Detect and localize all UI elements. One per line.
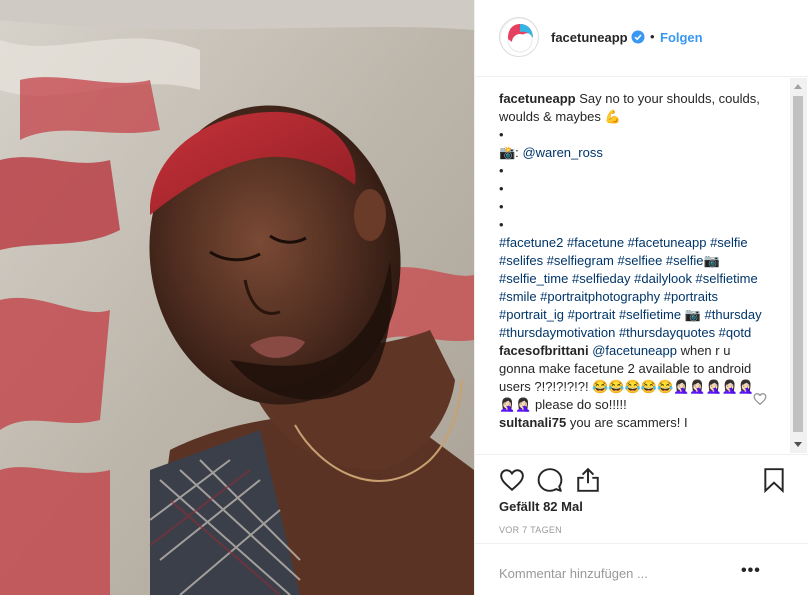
caption-bullet: •: [499, 163, 504, 178]
heart-icon[interactable]: [499, 467, 525, 493]
caption-hashtags[interactable]: #facetune2 #facetune #facetuneapp #selfi…: [499, 234, 769, 342]
post-timestamp[interactable]: VOR 7 TAGEN: [499, 525, 562, 535]
bookmark-icon[interactable]: [761, 467, 787, 493]
comment-input[interactable]: Kommentar hinzufügen ...: [499, 566, 648, 581]
scroll-up-arrow-icon[interactable]: [794, 84, 802, 89]
comments-scrollbar[interactable]: [790, 78, 807, 453]
scroll-down-arrow-icon[interactable]: [794, 442, 802, 447]
follow-button[interactable]: Folgen: [660, 30, 703, 45]
caption-bullet: •: [499, 181, 504, 196]
caption-bullet: •: [499, 217, 504, 232]
more-options-button[interactable]: •••: [741, 563, 761, 579]
comment-like-heart-icon[interactable]: [753, 392, 767, 406]
scrollbar-thumb[interactable]: [793, 96, 803, 432]
post-header: facetuneapp • Folgen: [475, 0, 808, 77]
post-side-panel: facetuneapp • Folgen facetuneapp Say no …: [474, 0, 808, 595]
comment-text: you are scammers! I: [566, 415, 688, 430]
caption: facetuneapp Say no to your shoulds, coul…: [499, 90, 769, 126]
portrait-image: [0, 0, 474, 595]
caption-author[interactable]: facetuneapp: [499, 91, 576, 106]
post-view: facetuneapp • Folgen facetuneapp Say no …: [0, 0, 808, 595]
comment-item: sultanali75 you are scammers! I: [499, 414, 769, 432]
verified-badge-icon: [631, 30, 645, 44]
comment-author[interactable]: sultanali75: [499, 415, 566, 430]
avatar[interactable]: [499, 17, 539, 57]
credit-handle-link[interactable]: @waren_ross: [522, 145, 602, 160]
comment-mention-link[interactable]: @facetuneapp: [592, 343, 677, 358]
post-photo[interactable]: [0, 0, 474, 595]
post-actions: [475, 454, 808, 498]
share-icon[interactable]: [575, 467, 601, 493]
post-username[interactable]: facetuneapp: [551, 30, 628, 45]
caption-bullet: •: [499, 127, 504, 142]
comment-author[interactable]: facesofbrittani: [499, 343, 589, 358]
caption-credit: 📸: @waren_ross: [499, 144, 769, 162]
comment-composer: Kommentar hinzufügen ... •••: [475, 543, 808, 595]
comments-list[interactable]: facetuneapp Say no to your shoulds, coul…: [499, 90, 769, 450]
header-separator: •: [650, 29, 655, 44]
facetune-logo-icon: [501, 19, 538, 56]
caption-bullet: •: [499, 199, 504, 214]
like-count[interactable]: Gefällt 82 Mal: [499, 499, 583, 514]
comment-icon[interactable]: [537, 467, 563, 493]
comment-item: facesofbrittani @facetuneapp when r u go…: [499, 342, 769, 414]
credit-prefix: 📸:: [499, 145, 519, 160]
